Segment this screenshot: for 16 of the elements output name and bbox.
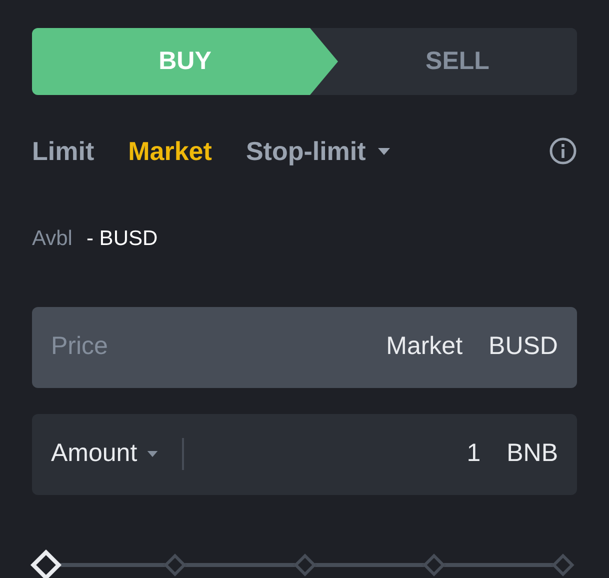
caret-icon <box>147 451 158 457</box>
caret-icon <box>378 148 390 154</box>
amount-field[interactable]: Amount 1 BNB <box>32 414 577 494</box>
amount-dropdown[interactable]: Amount <box>51 435 158 473</box>
price-placeholder: Price <box>51 331 108 362</box>
amount-value: 1 <box>466 438 481 470</box>
price-mode: Market <box>386 331 463 362</box>
order-type-tab[interactable]: Limit <box>32 132 94 170</box>
available-label: Avbl <box>32 226 72 252</box>
available-balance: - BUSD <box>86 226 158 252</box>
amount-unit: BNB <box>506 438 558 470</box>
price-field[interactable]: Price Market BUSD <box>32 306 577 388</box>
order-type-tab[interactable]: Stop-limit <box>246 132 390 170</box>
price-unit: BUSD <box>488 331 558 362</box>
order-type-tab[interactable]: Market <box>128 132 212 170</box>
info-icon[interactable] <box>549 137 577 165</box>
